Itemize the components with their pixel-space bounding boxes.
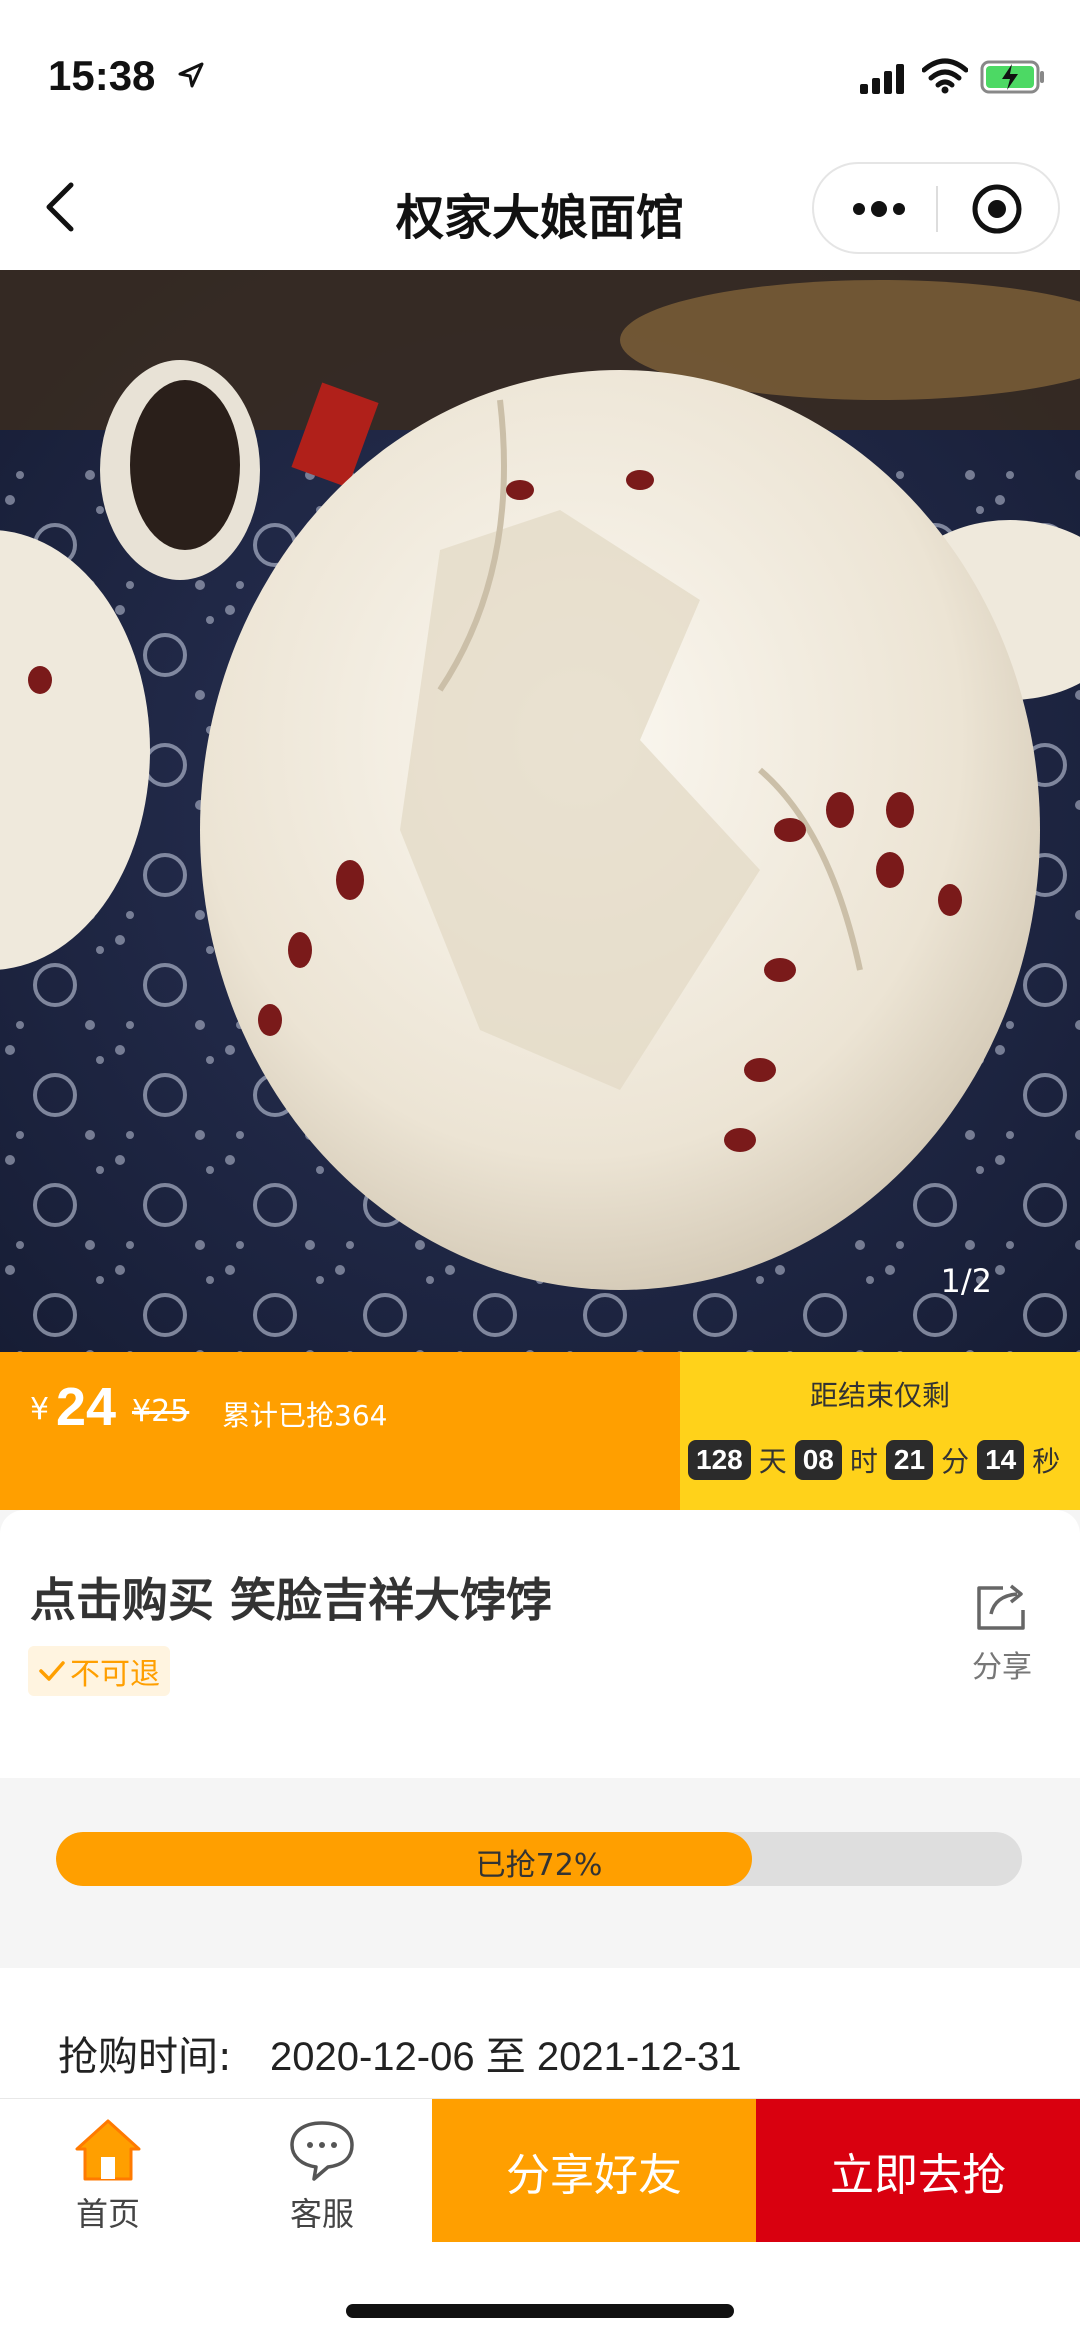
product-photo <box>0 270 1080 1352</box>
home-icon <box>75 2119 141 2181</box>
wifi-icon <box>922 58 968 94</box>
countdown-label: 距结束仅剩 <box>809 1379 950 1412</box>
product-image-carousel[interactable]: 1/2 <box>0 270 1080 1352</box>
no-refund-label: 不可退 <box>70 1657 160 1692</box>
current-price: 24 <box>56 1377 117 1437</box>
purchase-time-section: 抢购时间: 2020-12-06 至 2021-12-31 <box>0 1968 1080 2098</box>
purchase-time-label: 抢购时间: <box>58 2034 232 2080</box>
countdown-days: 128 <box>688 1440 751 1480</box>
close-miniprogram-button[interactable] <box>952 174 1042 244</box>
miniprogram-capsule <box>812 162 1060 254</box>
countdown-hours-unit: 时 <box>849 1445 878 1478</box>
countdown-timer: 128 天 08 时 21 分 14 秒 <box>688 1440 1068 1480</box>
product-info-card: 点击购买 笑脸吉祥大饽饽 不可退 分享 <box>0 1510 1080 1778</box>
customer-service-label: 客服 <box>289 2195 354 2233</box>
status-time: 15:38 <box>48 52 156 99</box>
chat-bubble-icon <box>290 2121 354 2181</box>
home-indicator-area <box>0 2242 1080 2339</box>
image-counter: 1/2 <box>940 1262 993 1300</box>
product-title: 点击购买 笑脸吉祥大饽饽 <box>30 1573 553 1627</box>
bottom-action-bar: 首页 客服 分享好友 立即去抢 <box>0 2098 1080 2243</box>
target-circle-icon <box>972 184 1022 234</box>
more-dots-icon <box>853 201 905 217</box>
cellular-signal-icon <box>860 64 904 94</box>
progress-bar: 已抢72% <box>56 1832 1022 1886</box>
home-tab-label: 首页 <box>75 2195 140 2233</box>
countdown-days-unit: 天 <box>758 1445 787 1478</box>
currency-symbol: ¥ <box>30 1392 50 1427</box>
countdown-minutes-unit: 分 <box>941 1445 970 1478</box>
capsule-divider <box>936 186 938 232</box>
progress-text: 已抢72% <box>475 1848 603 1883</box>
buy-now-button[interactable]: 立即去抢 <box>756 2099 1080 2243</box>
price-panel: ¥ 24 ¥25 累计已抢364 <box>0 1352 680 1510</box>
countdown-seconds-unit: 秒 <box>1032 1445 1061 1478</box>
battery-charging-icon <box>980 60 1044 94</box>
share-button[interactable]: 分享 <box>962 1580 1042 1690</box>
status-bar: 15:38 <box>0 0 1080 150</box>
share-icon <box>977 1584 1025 1630</box>
price-bar: ¥ 24 ¥25 累计已抢364 距结束仅剩 128 天 08 时 21 分 1… <box>0 1352 1080 1510</box>
home-tab[interactable]: 首页 <box>50 2117 166 2237</box>
location-arrow-icon <box>178 62 204 88</box>
sold-count: 累计已抢364 <box>222 1399 388 1432</box>
no-refund-tag: 不可退 <box>28 1646 170 1696</box>
checkmark-icon <box>39 1661 65 1681</box>
home-indicator[interactable] <box>346 2304 734 2318</box>
nav-bar: 权家大娘面馆 <box>0 150 1080 270</box>
customer-service-tab[interactable]: 客服 <box>264 2117 380 2237</box>
progress-section: 已抢72% <box>0 1778 1080 1968</box>
original-price: ¥25 <box>132 1394 190 1429</box>
share-label: 分享 <box>972 1650 1032 1685</box>
countdown-minutes: 21 <box>885 1440 934 1480</box>
more-button[interactable] <box>834 174 924 244</box>
purchase-time-value: 2020-12-06 至 2021-12-31 <box>270 2035 742 2079</box>
share-friends-button[interactable]: 分享好友 <box>432 2099 756 2243</box>
countdown-panel: 距结束仅剩 128 天 08 时 21 分 14 秒 <box>680 1352 1080 1510</box>
countdown-seconds: 14 <box>977 1440 1025 1480</box>
countdown-hours: 08 <box>794 1440 842 1480</box>
